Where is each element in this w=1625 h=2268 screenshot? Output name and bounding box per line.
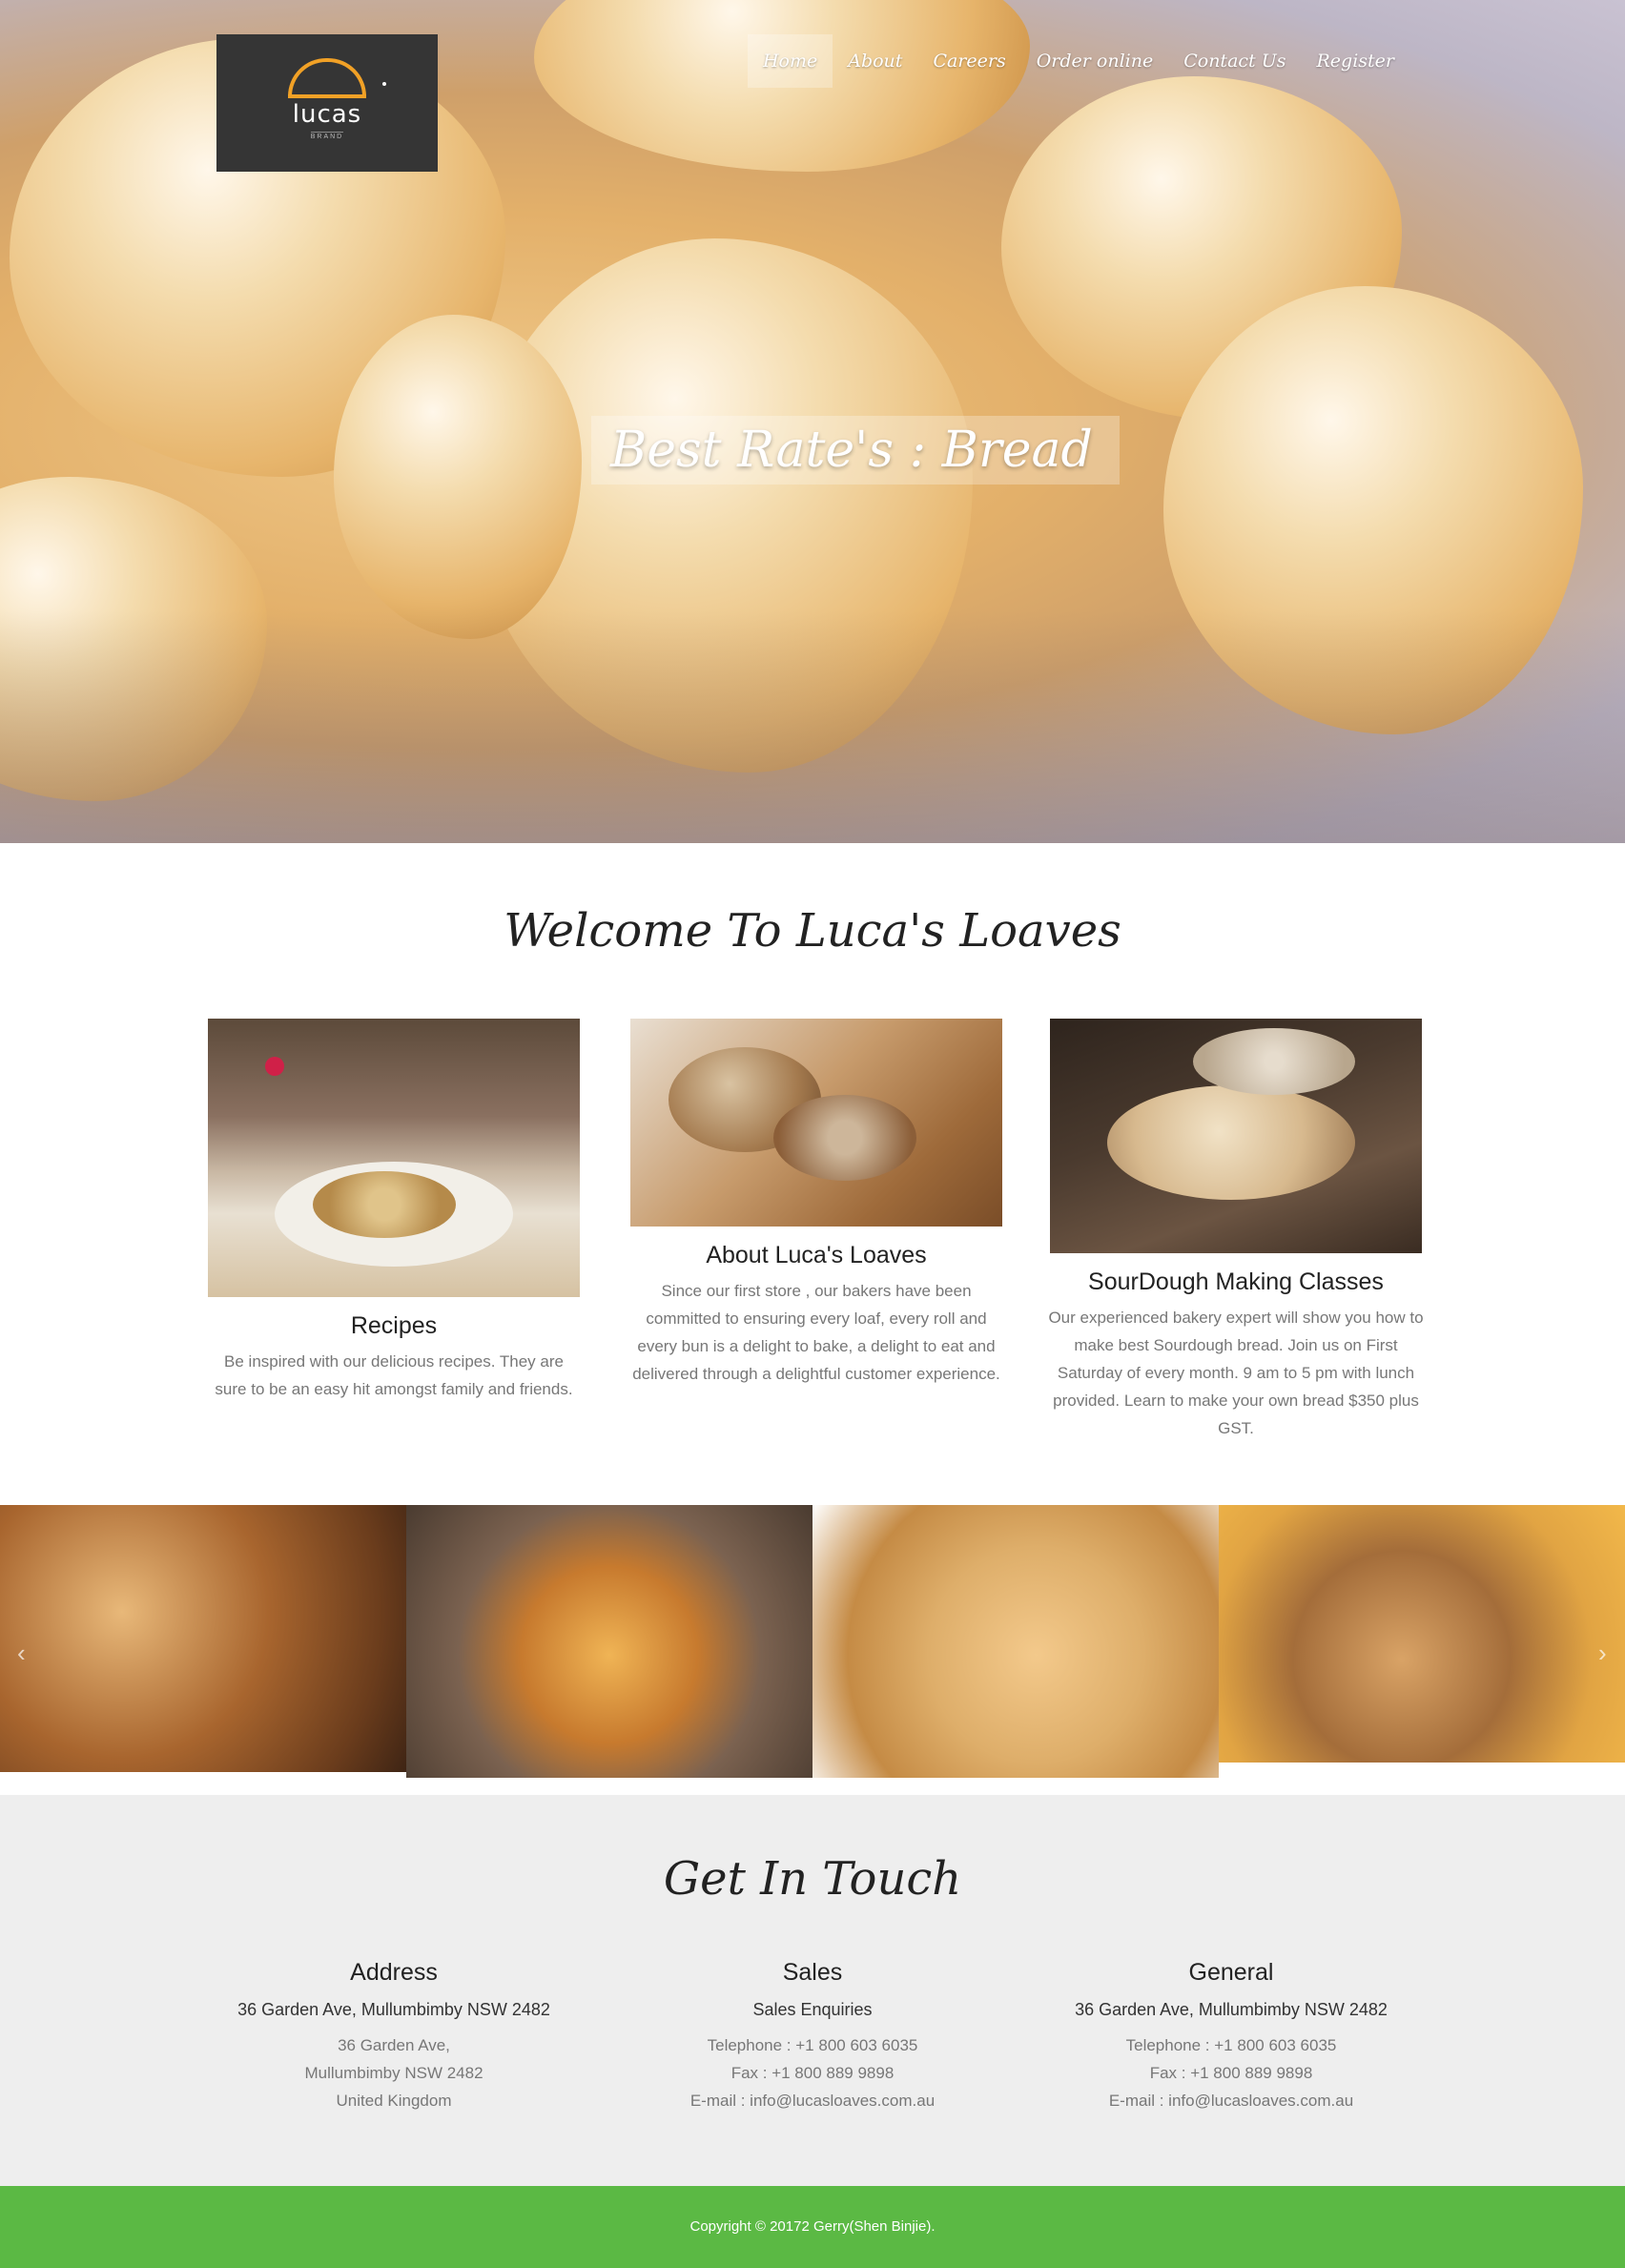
- gallery-image-4[interactable]: [1219, 1505, 1625, 1763]
- contact-lead-general: 36 Garden Ave, Mullumbimby NSW 2482: [1075, 2000, 1388, 2019]
- card-text-recipes: Be inspired with our delicious recipes. …: [215, 1352, 573, 1398]
- contact-line: 36 Garden Ave,: [338, 2036, 450, 2054]
- contact-fax: Fax : +1 800 889 9898: [730, 2064, 895, 2082]
- main-nav: Home About Careers Order online Contact …: [747, 34, 1409, 88]
- contact-telephone: Telephone : +1 800 603 6035: [707, 2036, 918, 2054]
- card-recipes: Recipes Be inspired with our delicious r…: [208, 1019, 580, 1403]
- gallery-image-2[interactable]: [406, 1505, 812, 1778]
- nav-item-contact-us[interactable]: Contact Us: [1168, 34, 1301, 88]
- contact-heading-sales: Sales: [782, 1959, 843, 1986]
- card-sourdough: SourDough Making Classes Our experienced…: [1045, 1019, 1427, 1442]
- contact-general: General 36 Garden Ave, Mullumbimby NSW 2…: [1045, 1959, 1417, 2114]
- contact-lead-sales: Sales Enquiries: [752, 2000, 873, 2019]
- welcome-title: Welcome To Luca's Loaves: [504, 904, 1121, 958]
- contact-line: United Kingdom: [336, 2092, 452, 2110]
- hero-title: Best Rate's : Bread: [591, 416, 1120, 485]
- gallery-prev-arrow[interactable]: ‹: [17, 1639, 26, 1668]
- contact-line: Mullumbimby NSW 2482: [304, 2064, 483, 2082]
- bread-icon: [288, 58, 366, 98]
- card-title-about: About Luca's Loaves: [706, 1242, 927, 1268]
- contact-heading-address: Address: [350, 1959, 438, 1986]
- contact-telephone: Telephone : +1 800 603 6035: [1125, 2036, 1337, 2054]
- logo-sub: BRAND: [310, 132, 344, 140]
- nav-item-order-online[interactable]: Order online: [1021, 34, 1169, 88]
- card-text-sourdough: Our experienced bakery expert will show …: [1048, 1309, 1424, 1437]
- card-text-about: Since our first store , our bakers have …: [632, 1282, 1000, 1383]
- card-title-recipes: Recipes: [350, 1312, 438, 1339]
- gallery-next-arrow[interactable]: ›: [1598, 1639, 1607, 1668]
- contact-fax: Fax : +1 800 889 9898: [1149, 2064, 1313, 2082]
- footer-copyright: Copyright © 20172 Gerry(Shen Binjie).: [0, 2186, 1625, 2268]
- logo-dot: [382, 82, 386, 86]
- nav-item-careers[interactable]: Careers: [917, 34, 1020, 88]
- contact-lead-address: 36 Garden Ave, Mullumbimby NSW 2482: [237, 2000, 550, 2019]
- recipes-image: [208, 1019, 580, 1297]
- contact-address: Address 36 Garden Ave, Mullumbimby NSW 2…: [208, 1959, 580, 2114]
- hero-image-bun: [334, 315, 582, 639]
- nav-item-home[interactable]: Home: [747, 34, 833, 88]
- contact-email-link[interactable]: E-mail : info@lucasloaves.com.au: [1045, 2087, 1417, 2114]
- contact-heading-general: General: [1188, 1959, 1274, 1986]
- contact-sales: Sales Sales Enquiries Telephone : +1 800…: [627, 1959, 998, 2114]
- card-title-sourdough: SourDough Making Classes: [1088, 1268, 1384, 1295]
- contact-title: Get In Touch: [663, 1852, 962, 1906]
- gallery-image-1[interactable]: [0, 1505, 406, 1772]
- sourdough-image: [1050, 1019, 1422, 1253]
- card-about: About Luca's Loaves Since our first stor…: [626, 1019, 1007, 1388]
- nav-item-about[interactable]: About: [833, 34, 917, 88]
- bread-gallery: [0, 1505, 1625, 1780]
- hero-overlay: [0, 610, 1625, 843]
- brand-logo[interactable]: lucas BRAND: [216, 34, 438, 172]
- about-image: [630, 1019, 1002, 1227]
- contact-email-link[interactable]: E-mail : info@lucasloaves.com.au: [627, 2087, 998, 2114]
- nav-item-register[interactable]: Register: [1301, 34, 1409, 88]
- gallery-image-3[interactable]: [812, 1505, 1219, 1778]
- logo-word: lucas: [292, 100, 362, 129]
